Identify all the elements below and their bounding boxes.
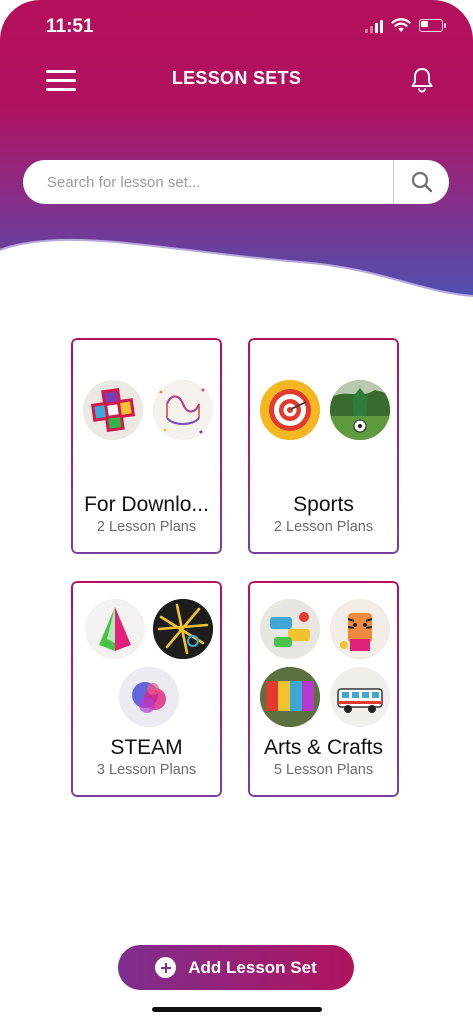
lesson-plan-count: 5 Lesson Plans [273,762,374,778]
status-time: 11:51 [46,16,94,37]
soccer-ball-field-thumbnail [330,380,390,440]
add-lesson-set-button[interactable]: Add Lesson Set [118,945,354,990]
lesson-plan-count: 2 Lesson Plans [273,519,374,535]
target-dart-board-thumbnail [260,380,320,440]
lesson-set-title: Sports [293,493,354,516]
add-lesson-set-label: Add Lesson Set [188,957,317,977]
status-bar: 11:51 [0,0,473,50]
peace-letters-thumbnail [260,667,320,727]
cellular-signal-icon [365,19,383,33]
toy-cars-thumbnail [260,599,320,659]
search-icon [411,171,432,193]
notification-bell-icon[interactable] [409,66,435,94]
tiger-mask-thumbnail [330,599,390,659]
paper-bus-thumbnail [330,667,390,727]
lesson-set-title: For Downlo... [84,493,209,516]
search-bar [23,160,449,204]
lesson-set-card-for-download[interactable]: For Downlo... 2 Lesson Plans [71,338,222,554]
lesson-set-title: STEAM [110,736,183,759]
lesson-set-card-sports[interactable]: Sports 2 Lesson Plans [248,338,399,554]
beaded-string-thumbnail [153,380,213,440]
lesson-plan-count: 3 Lesson Plans [96,762,197,778]
battery-icon [419,19,446,32]
wifi-icon [391,18,411,32]
yellow-sticks-thumbnail [153,599,213,659]
search-button[interactable] [394,160,449,204]
lesson-set-card-steam[interactable]: STEAM 3 Lesson Plans [71,581,222,797]
home-indicator[interactable] [152,1007,322,1012]
app-screen: 11:51 LESSON SETS Search for lesson set.… [0,0,473,1024]
cross-shaped-craft-thumbnail [83,380,143,440]
status-icons [365,18,446,33]
plus-circle-icon [155,957,177,978]
lesson-set-card-arts-crafts[interactable]: Arts & Crafts 5 Lesson Plans [248,581,399,797]
lesson-set-title: Arts & Crafts [263,736,384,759]
search-input[interactable] [45,172,389,192]
lesson-plan-count: 2 Lesson Plans [96,519,197,535]
top-nav-bar: LESSON SETS [0,58,473,104]
paper-pyramid-thumbnail [85,599,145,659]
color-splash-thumbnail [119,667,179,727]
page-title: LESSON SETS [171,68,302,88]
